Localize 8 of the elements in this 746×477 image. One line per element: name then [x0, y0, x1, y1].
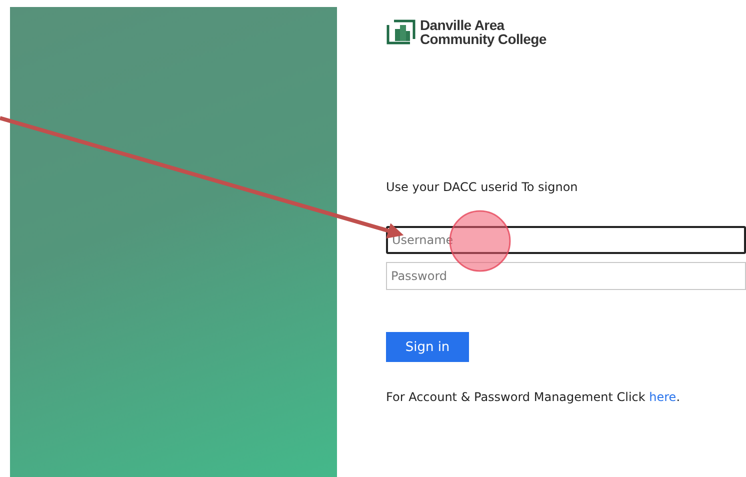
college-name: Danville Area	[420, 18, 506, 32]
instruction-text: Use your DACC userid To signon	[386, 180, 579, 194]
building-logo-icon	[386, 19, 416, 45]
here-link[interactable]: here	[649, 390, 676, 404]
sign-in-button[interactable]: Sign in	[386, 332, 469, 362]
password-field[interactable]: Password	[386, 262, 746, 290]
account-help-text: For Account & Password Management Click here.	[386, 390, 682, 404]
college-name: Community College	[420, 32, 546, 46]
